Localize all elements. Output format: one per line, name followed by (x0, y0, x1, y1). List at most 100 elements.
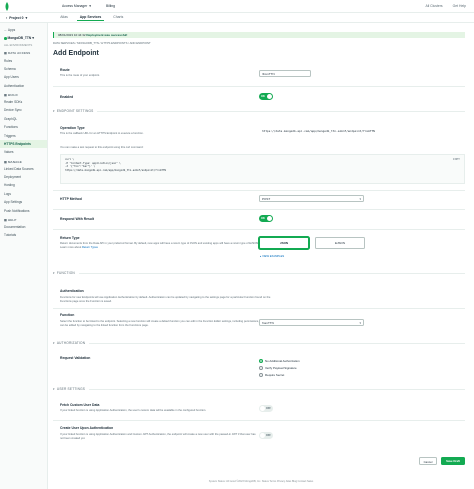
respond-with-result-label: Respond With Result (60, 217, 95, 221)
sidebar-item-rules[interactable]: Rules (0, 56, 47, 64)
sidebar-head-build: ▦ BUILD (4, 92, 18, 97)
sidebar-item-documentation[interactable]: Documentation (0, 223, 47, 231)
all-clusters-link[interactable]: All Clusters (425, 4, 442, 8)
user-settings-header[interactable]: ▾ USER SETTINGS (53, 387, 465, 391)
sidebar-item-linked-data-sources[interactable]: Linked Data Sources (0, 165, 47, 173)
breadcrumb[interactable]: DATA SERVICES / MONGODB_TTN / HTTPS ENDP… (53, 41, 151, 45)
page-title: Add Endpoint (53, 50, 99, 57)
function-desc: Select the function to be linked to the … (60, 320, 259, 327)
sidebar-item-logs[interactable]: Logs (0, 190, 47, 198)
view-examples-link[interactable]: ▸ VIEW EXAMPLES (260, 254, 284, 258)
endpoint-settings-header[interactable]: ▾ ENDPOINT SETTINGS (53, 109, 465, 113)
chevron-down-icon: ▾ (53, 387, 55, 391)
deploy-success-banner: 08/01/2023 10:44:32 Deployment was succe… (53, 32, 465, 38)
banner-time: 08/01/2023 10:44:32 (58, 33, 86, 37)
chevron-down-icon: ▾ (89, 4, 91, 8)
authorization-header[interactable]: ▾ AUTHORIZATION (53, 341, 465, 345)
radio-icon (259, 373, 263, 377)
operation-type-label: Operation Type (60, 126, 85, 130)
cancel-button[interactable]: Cancel (419, 457, 437, 465)
operation-type-desc: This is the callback URL for an HTTPS En… (60, 132, 144, 135)
main-content: 08/01/2023 10:44:32 Deployment was succe… (48, 23, 474, 489)
app-selector[interactable]: MongoDB_TTN ▾ (0, 34, 47, 42)
copy-button[interactable]: COPY (453, 157, 460, 162)
callback-url: https://data.mongodb-api.com/app/mongodb… (262, 129, 375, 133)
create-user-desc: If your linked function is using Applica… (60, 433, 256, 440)
sidebar-item-values[interactable]: Values (0, 148, 47, 156)
sidebar-item-apps[interactable]: ← Apps (0, 26, 47, 34)
banner-text: Deployment was successful! (86, 33, 128, 37)
enabled-label: Enabled (60, 95, 74, 99)
chevron-down-icon: ▾ (25, 15, 28, 20)
sidebar-item-functions[interactable]: Functions (0, 123, 47, 131)
http-method-label: HTTP Method (60, 197, 82, 201)
billing-link[interactable]: Billing (106, 4, 115, 8)
tab-app-services[interactable]: App Services (76, 14, 105, 21)
sidebar-item-authentication[interactable]: Authentication (0, 82, 47, 90)
sidebar-item-app-users[interactable]: App Users (0, 73, 47, 81)
project-bar: ▪ Project 0 ▾ Atlas App Services Charts (0, 13, 474, 23)
sidebar-item-push-notifications[interactable]: Push Notifications (0, 206, 47, 214)
org-selector[interactable]: Access Manager ▾ (62, 4, 91, 8)
curl-code-block: curl \ -H "Content-Type: application/json… (60, 154, 465, 184)
radio-no-additional-auth[interactable]: No Additional Authorization (259, 359, 300, 363)
sidebar-item-deployment[interactable]: Deployment (0, 173, 47, 181)
project-selector[interactable]: ▪ Project 0 ▾ (6, 16, 27, 20)
save-draft-button[interactable]: Save Draft (441, 457, 465, 465)
sidebar-item-realm-sdks[interactable]: Realm SDKs (0, 98, 47, 106)
fetch-user-data-toggle[interactable]: OFF (259, 405, 273, 412)
radio-selected-icon (259, 359, 263, 363)
request-validation-label: Request Validation (60, 356, 91, 360)
sidebar-item-triggers[interactable]: Triggers (0, 131, 47, 139)
page-footer: System Status: All Good ©2023 MongoDB, I… (208, 480, 314, 483)
top-navigation: Access Manager ▾ Billing All Clusters Ge… (0, 0, 474, 13)
http-method-select[interactable]: POST (259, 195, 364, 202)
chevron-down-icon: ▾ (53, 341, 55, 345)
sidebar-item-schema[interactable]: Schema (0, 65, 47, 73)
respond-with-result-toggle[interactable]: ON (259, 215, 273, 222)
return-type-label: Return Type (60, 236, 80, 240)
folder-icon: ▪ (6, 15, 8, 20)
tab-charts[interactable]: Charts (110, 14, 126, 21)
enabled-toggle[interactable]: ON (259, 93, 273, 100)
create-user-label: Create User Upon Authentication (60, 426, 114, 430)
create-user-toggle[interactable]: OFF (259, 432, 273, 439)
tab-atlas[interactable]: Atlas (57, 14, 71, 21)
chevron-down-icon: ▾ (53, 271, 55, 275)
sidebar-item-https-endpoints[interactable]: HTTPS Endpoints (0, 139, 47, 149)
function-select[interactable]: fromTTN (259, 319, 364, 326)
footer-actions: Cancel Save Draft (48, 457, 474, 474)
sidebar: ← Apps MongoDB_TTN ▾ ALL ENVIRONMENTS ▦ … (0, 23, 48, 489)
curl-line: https://data.mongodb-api.com/app/mongodb… (65, 168, 166, 172)
function-header[interactable]: ▾ FUNCTION (53, 271, 465, 275)
chevron-down-icon: ▾ (53, 109, 55, 113)
sidebar-item-app-settings[interactable]: App Settings (0, 198, 47, 206)
sidebar-item-device-sync[interactable]: Device Sync (0, 106, 47, 114)
route-label: Route (60, 68, 70, 72)
app-status-icon (4, 37, 7, 40)
return-type-ejson[interactable]: EJSON (315, 237, 365, 249)
return-types-link[interactable]: Return Types (82, 246, 98, 249)
radio-require-secret[interactable]: Require Secret (259, 373, 284, 377)
radio-icon (259, 366, 263, 370)
curl-desc: You can make a test request to this endp… (60, 146, 144, 149)
radio-verify-payload[interactable]: Verify Payload Signature (259, 366, 297, 370)
return-type-json[interactable]: JSON (259, 237, 309, 249)
sidebar-item-hosting[interactable]: Hosting (0, 181, 47, 189)
org-name: Access Manager (62, 4, 88, 8)
route-desc: This is the route of your endpoint. (60, 74, 100, 77)
function-label: Function (60, 313, 75, 317)
fetch-user-data-label: Fetch Custom User Data (60, 403, 100, 407)
sidebar-item-tutorials[interactable]: Tutorials (0, 231, 47, 239)
sidebar-head-help: ▦ HELP (4, 217, 17, 222)
project-name: Project 0 (9, 15, 24, 20)
route-input[interactable]: /fromTTN (259, 70, 311, 77)
sidebar-head-manage: ▦ MANAGE (4, 159, 22, 164)
sidebar-item-graphql[interactable]: GraphQL (0, 115, 47, 123)
fetch-user-data-desc: If your linked function is using Applica… (60, 409, 207, 412)
authentication-desc: Functions for new Endpoints will use App… (60, 296, 271, 303)
authentication-label: Authentication (60, 289, 84, 293)
get-help-link[interactable]: Get Help (453, 4, 466, 8)
mongodb-leaf-icon[interactable] (4, 1, 10, 11)
sidebar-head-data-access: ▦ DATA ACCESS (4, 51, 31, 56)
